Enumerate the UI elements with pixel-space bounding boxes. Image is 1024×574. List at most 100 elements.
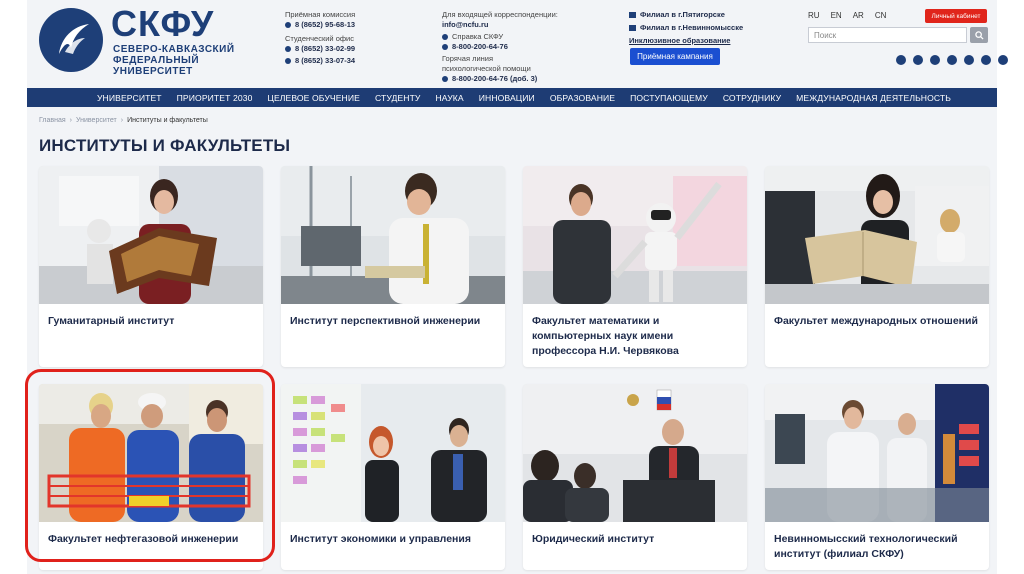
lang-cn[interactable]: CN: [875, 11, 887, 20]
institute-card-oil-gas-engineering[interactable]: Факультет нефтегазовой инженерии: [39, 384, 263, 570]
reference-phone[interactable]: 8-800-200-64-76: [442, 42, 558, 52]
institute-card-economics-management[interactable]: Институт экономики и управления: [281, 384, 505, 570]
brand-name[interactable]: СКФУ: [111, 6, 214, 42]
building-icon: [629, 25, 636, 31]
nav-student[interactable]: СТУДЕНТУ: [375, 93, 421, 103]
lang-ru[interactable]: RU: [808, 11, 820, 20]
reference-label-text: Справка СКФУ: [452, 32, 504, 41]
breadcrumb-university[interactable]: Университет: [76, 117, 117, 124]
institute-photo: [765, 384, 989, 522]
brand-subtitle-line: УНИВЕРСИТЕТ: [113, 66, 193, 77]
nav-priority-2030[interactable]: ПРИОРИТЕТ 2030: [177, 93, 253, 103]
institute-card-nevinnomyssk-technological[interactable]: Невинномысский технологический институт …: [765, 384, 989, 570]
breadcrumb-home[interactable]: Главная: [39, 117, 66, 124]
building-icon: [629, 12, 636, 18]
institute-card-law[interactable]: Юридический институт: [523, 384, 747, 570]
reference-label: Справка СКФУ: [442, 32, 558, 42]
institute-name: Институт экономики и управления: [290, 533, 471, 545]
inclusive-education-link[interactable]: Инклюзивное образование: [629, 36, 743, 46]
institute-photo: [765, 166, 989, 304]
nav-education[interactable]: ОБРАЗОВАНИЕ: [550, 93, 615, 103]
nav-target-training[interactable]: ЦЕЛЕВОЕ ОБУЧЕНИЕ: [267, 93, 359, 103]
brand-subtitle-line: СЕВЕРО-КАВКАЗСКИЙ: [113, 44, 235, 55]
admissions-phone[interactable]: 8 (8652) 95-68-13: [285, 20, 355, 30]
student-office-label: Студенческий офис: [285, 34, 354, 43]
contacts-correspondence: Для входящей корреспонденции: info@ncfu.…: [442, 10, 558, 86]
institute-name: Невинномысский технологический институт …: [774, 533, 958, 560]
main-nav: УНИВЕРСИТЕТ ПРИОРИТЕТ 2030 ЦЕЛЕВОЕ ОБУЧЕ…: [27, 88, 997, 107]
institute-name: Факультет нефтегазовой инженерии: [48, 533, 239, 545]
correspondence-label: Для входящей корреспонденции:: [442, 10, 558, 19]
phone-text: 8-800-200-64-76 (доб. 3): [452, 74, 538, 83]
vk-icon[interactable]: [913, 55, 923, 65]
ok-icon[interactable]: [947, 55, 957, 65]
brand-subtitle: СЕВЕРО-КАВКАЗСКИЙ ФЕДЕРАЛЬНЫЙ УНИВЕРСИТЕ…: [113, 44, 235, 77]
breadcrumb-separator: ›: [69, 117, 72, 124]
institute-name: Гуманитарный институт: [48, 315, 175, 327]
phone-text: 8-800-200-64-76: [452, 42, 508, 51]
language-switcher: RU EN AR CN: [808, 11, 886, 20]
nav-international[interactable]: МЕЖДУНАРОДНАЯ ДЕЯТЕЛЬНОСТЬ: [796, 93, 951, 103]
site-header: СКФУ СЕВЕРО-КАВКАЗСКИЙ ФЕДЕРАЛЬНЫЙ УНИВЕ…: [27, 0, 1008, 88]
phone-text: 8 (8652) 33-02-99: [295, 44, 356, 53]
dzen-icon[interactable]: [981, 55, 991, 65]
branch-text: Филиал в г.Невинномысске: [640, 23, 744, 32]
contacts-admissions: Приёмная комиссия 8 (8652) 95-68-13 Студ…: [285, 10, 355, 68]
branch-nevinnomyssk[interactable]: Филиал в г.Невинномысске: [629, 23, 743, 33]
institute-name: Юридический институт: [532, 533, 655, 545]
institute-card-math-cs[interactable]: Факультет математики и компьютерных наук…: [523, 166, 747, 367]
phone-icon: [285, 58, 291, 64]
page-title: ИНСТИТУТЫ И ФАКУЛЬТЕТЫ: [39, 136, 291, 155]
institute-photo: [523, 166, 747, 304]
phone-icon: [442, 76, 448, 82]
institute-name: Институт перспективной инженерии: [290, 315, 481, 327]
hotline-label: Горячая линия: [442, 54, 494, 63]
more-icon[interactable]: [998, 55, 1008, 65]
university-logo-icon[interactable]: [39, 8, 103, 72]
search-button[interactable]: [970, 27, 988, 43]
rutube-icon[interactable]: [964, 55, 974, 65]
nav-science[interactable]: НАУКА: [435, 93, 463, 103]
phone-text: 8 (8652) 95-68-13: [295, 20, 356, 29]
nav-employee[interactable]: СОТРУДНИКУ: [723, 93, 781, 103]
phone-text: 8 (8652) 33-07-34: [295, 56, 356, 65]
nav-innovations[interactable]: ИННОВАЦИИ: [479, 93, 535, 103]
social-links: [896, 55, 1008, 65]
admissions-label: Приёмная комиссия: [285, 10, 356, 19]
personal-cabinet-button[interactable]: Личный кабинет: [925, 9, 987, 23]
phone-icon: [285, 46, 291, 52]
institute-name: Факультет международных отношений: [774, 315, 978, 327]
telegram-icon[interactable]: [896, 55, 906, 65]
page: СКФУ СЕВЕРО-КАВКАЗСКИЙ ФЕДЕРАЛЬНЫЙ УНИВЕ…: [27, 0, 1008, 574]
branches: Филиал в г.Пятигорске Филиал в г.Невинно…: [629, 10, 743, 46]
student-office-phone-1[interactable]: 8 (8652) 33-02-99: [285, 44, 355, 54]
search-icon: [974, 30, 984, 40]
institute-photo: [39, 384, 263, 522]
lang-en[interactable]: EN: [831, 11, 842, 20]
admission-campaign-button[interactable]: Приёмная кампания: [630, 48, 720, 65]
correspondence-email[interactable]: info@ncfu.ru: [442, 20, 558, 30]
hotline-label-2: психологической помощи: [442, 64, 531, 73]
nav-university[interactable]: УНИВЕРСИТЕТ: [97, 93, 162, 103]
breadcrumb: Главная › Университет › Институты и факу…: [39, 117, 208, 124]
student-office-phone-2[interactable]: 8 (8652) 33-07-34: [285, 56, 355, 66]
institute-photo: [281, 166, 505, 304]
branch-text: Филиал в г.Пятигорске: [640, 10, 725, 19]
hotline-phone[interactable]: 8-800-200-64-76 (доб. 3): [442, 74, 558, 84]
phone-icon: [285, 22, 291, 28]
institute-name: Факультет математики и компьютерных наук…: [532, 315, 679, 357]
breadcrumb-current: Институты и факультеты: [127, 117, 208, 124]
institute-photo: [523, 384, 747, 522]
brand-subtitle-line: ФЕДЕРАЛЬНЫЙ: [113, 55, 200, 66]
lang-ar[interactable]: AR: [853, 11, 864, 20]
institute-card-international-relations[interactable]: Факультет международных отношений: [765, 166, 989, 367]
institute-card-advanced-engineering[interactable]: Институт перспективной инженерии: [281, 166, 505, 367]
phone-icon: [442, 44, 448, 50]
nav-applicants[interactable]: ПОСТУПАЮЩЕМУ: [630, 93, 708, 103]
youtube-icon[interactable]: [930, 55, 940, 65]
branch-pyatigorsk[interactable]: Филиал в г.Пятигорске: [629, 10, 743, 20]
phone-icon: [442, 34, 448, 40]
search-input[interactable]: Поиск: [808, 27, 967, 43]
institute-card-humanities[interactable]: Гуманитарный институт: [39, 166, 263, 367]
institute-photo: [281, 384, 505, 522]
